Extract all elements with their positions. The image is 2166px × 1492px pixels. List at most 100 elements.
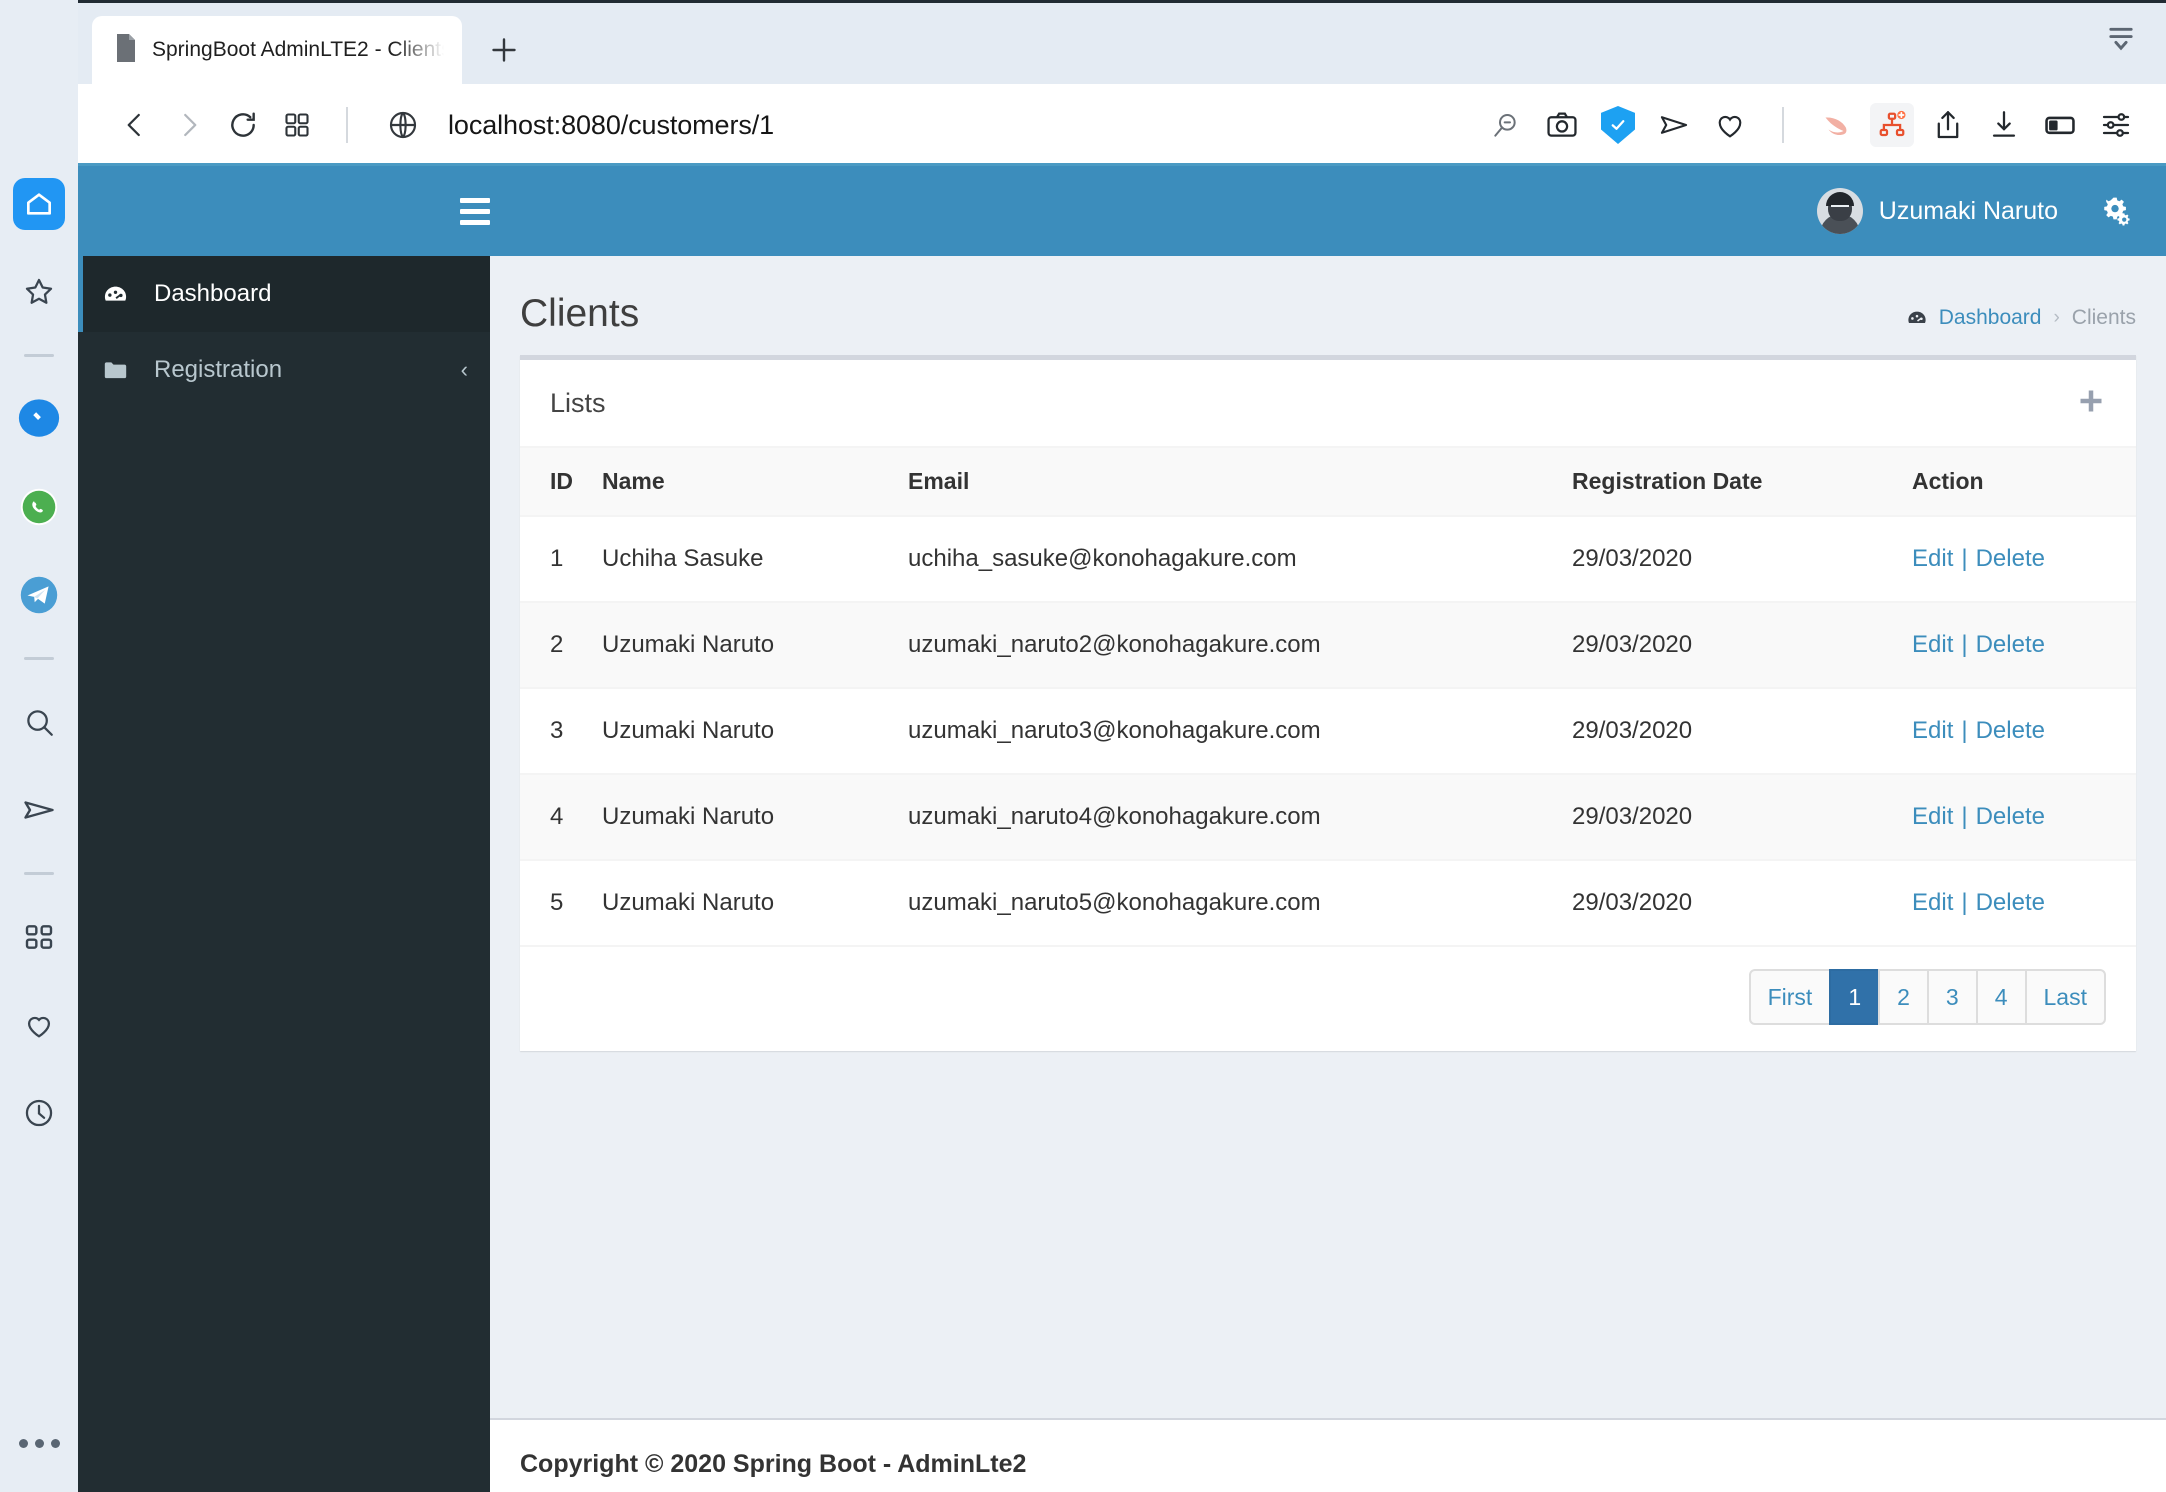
clients-table: ID Name Email Registration Date Action 1: [520, 446, 2136, 945]
reload-icon[interactable]: [216, 98, 270, 152]
toolbar-right-icons: [1480, 99, 2142, 151]
os-dock: [0, 0, 78, 1492]
cell-action: Edit | Delete: [1912, 687, 2136, 774]
delete-link[interactable]: Delete: [1976, 803, 2045, 830]
download-icon[interactable]: [1978, 99, 2030, 151]
app-navbar-right: Uzumaki Naruto: [1791, 166, 2166, 256]
globe-icon: [376, 98, 430, 152]
pagination-page-3[interactable]: 3: [1926, 969, 1978, 1025]
cell-name: Uzumaki Naruto: [602, 687, 908, 774]
back-icon[interactable]: [108, 98, 162, 152]
dock-star-icon[interactable]: [13, 266, 65, 318]
cell-date: 29/03/2020: [1572, 859, 1912, 945]
dock-search-icon[interactable]: [13, 696, 65, 748]
tab-overview-grid-icon[interactable]: [270, 98, 324, 152]
edit-link[interactable]: Edit: [1912, 803, 1953, 830]
cell-id: 4: [520, 773, 602, 860]
table-row: 5 Uzumaki Naruto uzumaki_naruto5@konohag…: [520, 859, 2136, 945]
app-main-header: Uzumaki Naruto: [78, 166, 2166, 256]
sidebar-toggle-icon[interactable]: [2034, 99, 2086, 151]
breadcrumb-dashboard-link[interactable]: Dashboard: [1906, 306, 2042, 330]
copyright-text: Copyright © 2020 Spring Boot - AdminLte2: [520, 1450, 1027, 1478]
action-separator: |: [1961, 545, 1968, 572]
chevron-left-icon: ‹: [460, 357, 468, 382]
cell-email: uzumaki_naruto5@konohagakure.com: [908, 859, 1572, 945]
avatar: [1816, 188, 1863, 234]
browser-toolbar: localhost:8080/customers/1: [78, 84, 2166, 166]
cell-id: 2: [520, 601, 602, 688]
folder-icon: [100, 357, 130, 384]
edit-link[interactable]: Edit: [1912, 717, 1953, 744]
breadcrumb-current: Clients: [2071, 306, 2136, 329]
dock-messenger-icon[interactable]: [13, 393, 65, 445]
settings-sliders-icon[interactable]: [2090, 99, 2142, 151]
cell-action: Edit | Delete: [1912, 859, 2136, 945]
cell-name: Uzumaki Naruto: [602, 773, 908, 860]
send-icon[interactable]: [1648, 99, 1700, 151]
action-separator: |: [1961, 889, 1968, 916]
pagination-last[interactable]: Last: [2024, 969, 2106, 1025]
dock-send-icon[interactable]: [13, 784, 65, 836]
box-footer: First 1 2 3 4 Last: [520, 945, 2136, 1051]
box-title: Lists: [550, 387, 606, 418]
cell-date: 29/03/2020: [1572, 687, 1912, 774]
browser-tab-title: SpringBoot AdminLTE2 - Clients: [152, 38, 444, 61]
forward-icon[interactable]: [162, 98, 216, 152]
screen: SpringBoot AdminLTE2 - Clients localhost…: [0, 0, 2166, 1492]
page-title: Clients: [520, 292, 640, 335]
cell-date: 29/03/2020: [1572, 515, 1912, 602]
dock-telegram-icon[interactable]: [13, 569, 65, 621]
delete-link[interactable]: Delete: [1976, 545, 2045, 572]
breadcrumb-dashboard-label: Dashboard: [1938, 306, 2042, 329]
add-client-button[interactable]: [2076, 386, 2106, 421]
swift-extension-icon[interactable]: [1810, 99, 1862, 151]
edit-link[interactable]: Edit: [1912, 631, 1953, 658]
dock-divider: [24, 872, 54, 875]
sitemap-extension-icon[interactable]: [1866, 99, 1918, 151]
table-row: 4 Uzumaki Naruto uzumaki_naruto4@konohag…: [520, 773, 2136, 860]
table-head: ID Name Email Registration Date Action: [520, 446, 2136, 517]
browser-tab[interactable]: SpringBoot AdminLTE2 - Clients: [92, 16, 462, 84]
share-icon[interactable]: [1922, 99, 1974, 151]
address-bar[interactable]: localhost:8080/customers/1: [448, 110, 1480, 141]
column-header-date: Registration Date: [1572, 446, 1912, 517]
shield-check-icon[interactable]: [1592, 99, 1644, 151]
gears-icon[interactable]: [2084, 166, 2148, 256]
dock-whatsapp-icon[interactable]: [13, 481, 65, 533]
delete-link[interactable]: Delete: [1976, 717, 2045, 744]
cell-email: uzumaki_naruto4@konohagakure.com: [908, 773, 1572, 860]
zoom-out-icon[interactable]: [1480, 99, 1532, 151]
pagination-page-4[interactable]: 4: [1975, 969, 2027, 1025]
column-header-name: Name: [602, 446, 908, 517]
dock-more-icon[interactable]: [18, 1439, 60, 1448]
cell-id: 5: [520, 859, 602, 945]
pagination-page-1[interactable]: 1: [1829, 969, 1881, 1025]
content-header: Clients Dashboard › Clients: [490, 256, 2166, 355]
heart-icon[interactable]: [1704, 99, 1756, 151]
tab-list-icon[interactable]: [2102, 22, 2140, 59]
table-header-row: ID Name Email Registration Date Action: [520, 446, 2136, 517]
hamburger-icon[interactable]: [444, 166, 506, 256]
dock-heart-icon[interactable]: [13, 999, 65, 1051]
delete-link[interactable]: Delete: [1976, 889, 2045, 916]
user-menu[interactable]: Uzumaki Naruto: [1791, 166, 2084, 256]
dock-divider: [24, 354, 54, 357]
delete-link[interactable]: Delete: [1976, 631, 2045, 658]
app-logo-area: [78, 166, 440, 256]
edit-link[interactable]: Edit: [1912, 545, 1953, 572]
cell-email: uzumaki_naruto2@konohagakure.com: [908, 601, 1572, 688]
screenshot-icon[interactable]: [1536, 99, 1588, 151]
edit-link[interactable]: Edit: [1912, 889, 1953, 916]
sidebar-item-dashboard[interactable]: Dashboard: [78, 256, 490, 332]
pagination-first[interactable]: First: [1748, 969, 1832, 1025]
pagination-page-2[interactable]: 2: [1878, 969, 1929, 1025]
breadcrumb-separator: ›: [2053, 307, 2060, 328]
sidebar-item-registration[interactable]: Registration ‹: [78, 332, 490, 408]
sidebar-item-label: Dashboard: [154, 280, 272, 307]
dock-home-icon[interactable]: [13, 178, 65, 230]
dock-grid-icon[interactable]: [13, 911, 65, 963]
toolbar-divider: [346, 107, 348, 143]
dock-clock-icon[interactable]: [13, 1087, 65, 1139]
new-tab-button[interactable]: [476, 22, 532, 78]
document-icon: [114, 33, 138, 68]
